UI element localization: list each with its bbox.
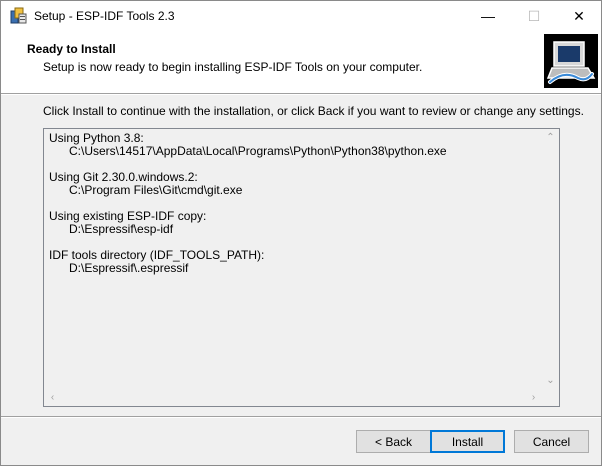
back-button[interactable]: < Back xyxy=(356,430,431,453)
page-title: Ready to Install xyxy=(27,42,116,56)
cancel-button[interactable]: Cancel xyxy=(514,430,589,453)
horizontal-scrollbar[interactable]: ‹ › xyxy=(44,389,542,406)
summary-line: C:\Program Files\Git\cmd\git.exe xyxy=(49,183,243,197)
footer-divider-highlight xyxy=(1,417,601,418)
minimize-icon: — xyxy=(481,8,495,24)
install-button[interactable]: Install xyxy=(430,430,505,453)
maximize-icon: ☐ xyxy=(527,7,541,24)
wizard-header: Ready to Install Setup is now ready to b… xyxy=(1,31,601,93)
header-divider-highlight xyxy=(1,94,601,95)
vertical-scrollbar[interactable]: ⌃ ⌄ xyxy=(542,129,559,389)
page-subtitle: Setup is now ready to begin installing E… xyxy=(43,60,423,74)
summary-line: C:\Users\14517\AppData\Local\Programs\Py… xyxy=(49,144,447,158)
close-button[interactable]: ✕ xyxy=(556,1,601,31)
title-bar[interactable]: Setup - ESP-IDF Tools 2.3 — ☐ ✕ xyxy=(1,1,601,31)
scroll-left-icon[interactable]: ‹ xyxy=(44,389,61,406)
setup-window: Setup - ESP-IDF Tools 2.3 — ☐ ✕ Ready to… xyxy=(0,0,602,466)
summary-line: D:\Espressif\esp-idf xyxy=(49,222,174,236)
maximize-button[interactable]: ☐ xyxy=(511,1,557,31)
close-icon: ✕ xyxy=(573,7,585,24)
minimize-button[interactable]: — xyxy=(465,1,511,31)
scrollbar-corner xyxy=(542,389,559,406)
summary-line: D:\Espressif\.espressif xyxy=(49,261,189,275)
computer-install-icon xyxy=(544,34,598,88)
window-title: Setup - ESP-IDF Tools 2.3 xyxy=(34,9,175,23)
instruction-text: Click Install to continue with the insta… xyxy=(43,104,584,118)
scroll-right-icon[interactable]: › xyxy=(525,389,542,406)
install-summary-box[interactable]: Using Python 3.8: C:\Users\14517\AppData… xyxy=(43,128,560,407)
setup-app-icon xyxy=(10,7,27,24)
scroll-up-icon[interactable]: ⌃ xyxy=(542,129,559,146)
install-summary-text: Using Python 3.8: C:\Users\14517\AppData… xyxy=(49,132,539,389)
scroll-down-icon[interactable]: ⌄ xyxy=(542,372,559,389)
